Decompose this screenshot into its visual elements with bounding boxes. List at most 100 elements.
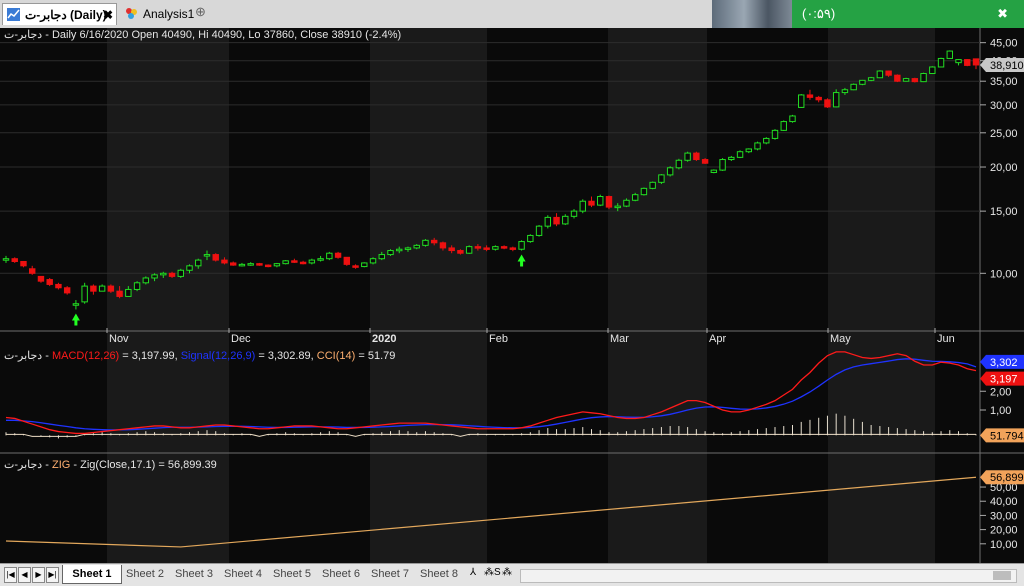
candle-body (850, 83, 857, 91)
cci-header-value: = 51.79 (355, 350, 395, 362)
next-sheet-button[interactable]: ▶ (32, 567, 45, 583)
candle-body (404, 247, 412, 250)
price-chart[interactable]: دجابر-ت - Daily 6/16/2020 Open 40490, Hi… (0, 28, 1024, 563)
candle-body (160, 272, 167, 276)
candle-body (719, 159, 726, 171)
sheet-tab-6[interactable]: Sheet 6 (318, 565, 364, 583)
candle-body (728, 156, 735, 161)
candle-body (90, 285, 97, 292)
candle-body (972, 58, 980, 66)
candle-body (955, 59, 962, 64)
price-pane-header: دجابر-ت - Daily 6/16/2020 Open 40490, Hi… (4, 29, 401, 41)
cci-header-label: CCI(14) (317, 350, 356, 362)
close-tab-icon[interactable]: ✖ (103, 4, 113, 26)
tab-analysis-label: Analysis1 (143, 7, 195, 21)
sheet-tab-2[interactable]: Sheet 2 (122, 565, 168, 583)
macd-header-value: = 3,197.99, (119, 350, 180, 362)
candle-body (212, 254, 219, 261)
tab-analysis[interactable]: Analysis1 (121, 3, 196, 25)
indicator-pane-zig: دجابر-ت - ZIG - Zig(Close,17.1) = 56,899… (4, 459, 217, 471)
candle-body (509, 247, 517, 250)
macd-header-prefix: دجابر-ت - (4, 350, 52, 362)
candle-body (964, 59, 971, 66)
sheet-tab-1[interactable]: Sheet 1 (62, 565, 122, 584)
candle-body (72, 303, 80, 306)
candle-body (605, 196, 613, 208)
candle-body (684, 152, 691, 161)
candle-body (527, 234, 534, 243)
candle-body (474, 246, 482, 249)
candle-body (518, 241, 525, 250)
candle-body (221, 259, 228, 264)
month-band (608, 28, 707, 563)
zig-header-prefix: دجابر-ت - (4, 459, 52, 471)
sheet-option-button-1[interactable]: ⅄ (470, 567, 476, 578)
macd-header-label: MACD(12,26) (52, 350, 119, 362)
signal-badge: 3,302 (990, 357, 1018, 369)
candle-body (597, 196, 604, 206)
cci-badge: 51.794 (990, 430, 1024, 442)
horizontal-scrollbar[interactable] (520, 569, 1017, 583)
candle-body (579, 200, 586, 212)
sheet-tab-4[interactable]: Sheet 4 (220, 565, 266, 583)
sheet-tab-7[interactable]: Sheet 7 (367, 565, 413, 583)
candle-body (133, 282, 141, 290)
candle-body (396, 248, 403, 252)
close-notification-icon[interactable]: ✖ (997, 6, 1008, 22)
candle-body (631, 194, 639, 201)
tab-chart-daily[interactable]: دجابر-ت (Daily) ✖ (2, 3, 117, 25)
candle-body (701, 159, 709, 164)
add-tab-icon[interactable]: ⊕ (195, 4, 206, 20)
x-tick-label: Apr (709, 333, 726, 345)
x-tick-label: Mar (610, 333, 629, 345)
candle-body (614, 205, 621, 209)
candle-body (448, 247, 455, 252)
candle-body (203, 254, 211, 257)
sheet-option-button-3[interactable]: ⁂ (502, 567, 512, 578)
candle-body (46, 279, 53, 285)
candle-body (439, 242, 447, 249)
y1-tick-label: 15,00 (990, 206, 1018, 218)
notification-time: (۰:۵۹) (802, 6, 836, 21)
candle-body (771, 129, 779, 139)
last-sheet-button[interactable]: ▶| (46, 567, 59, 583)
candle-body (946, 50, 953, 59)
candle-body (798, 94, 805, 108)
candle-body (736, 151, 744, 158)
prev-sheet-button[interactable]: ◀ (18, 567, 31, 583)
candle-body (465, 246, 473, 254)
candle-body (562, 215, 569, 225)
candle-body (387, 250, 394, 256)
candle-body (457, 250, 464, 254)
candle-body (142, 277, 150, 284)
sheet-tab-5[interactable]: Sheet 5 (269, 565, 315, 583)
candle-body (413, 244, 420, 249)
candle-body (745, 148, 753, 153)
x-tick-label: Jun (937, 333, 955, 345)
candle-body (81, 285, 88, 303)
candle-body (256, 263, 263, 266)
sheet-tab-3[interactable]: Sheet 3 (171, 565, 217, 583)
signal-header-value: = 3,302.89, (255, 350, 316, 362)
first-sheet-button[interactable]: |◀ (4, 567, 17, 583)
y1-tick-label: 45,00 (990, 38, 1018, 50)
candle-body (361, 262, 368, 268)
candle-body (763, 137, 770, 144)
sheet-option-button-2[interactable]: ⁂S (484, 567, 501, 578)
sheet-tab-8[interactable]: Sheet 8 (416, 565, 462, 583)
scrollbar-thumb[interactable] (993, 571, 1011, 580)
analysis-icon (126, 8, 137, 19)
candle-body (693, 152, 700, 161)
candle-body (98, 285, 106, 292)
candle-body (841, 89, 849, 94)
candle-body (789, 115, 796, 123)
y1-tick-label: 35,00 (990, 76, 1018, 88)
y2-tick-label: 2,00 (990, 386, 1011, 398)
candle-body (378, 254, 385, 260)
candle-body (2, 258, 10, 261)
y1-tick-label: 25,00 (990, 128, 1018, 140)
candle-body (317, 258, 324, 261)
candle-body (920, 73, 927, 83)
price-badge: 38,910 (990, 60, 1024, 72)
candle-body (780, 121, 787, 131)
